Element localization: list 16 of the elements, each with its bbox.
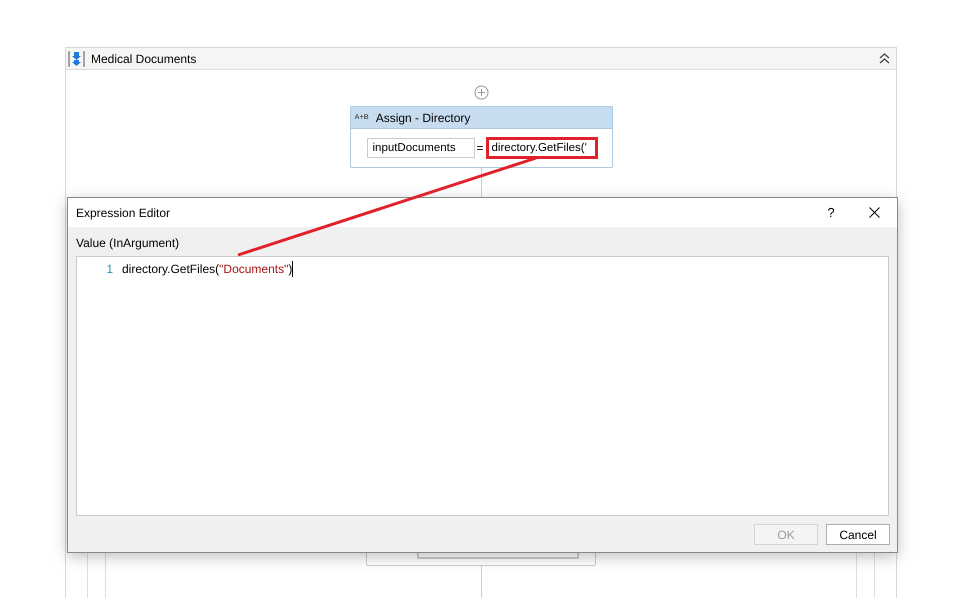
close-icon [868,207,880,218]
value-field[interactable]: directory.GetFiles(' [486,137,598,159]
line-number: 1 [105,262,114,276]
code-line: directory.GetFiles("Documents") [122,261,294,277]
add-icon[interactable] [474,85,488,100]
help-button[interactable]: ? [811,205,851,220]
activity-title: Assign - Directory [376,110,470,124]
dialog-button[interactable]: Cancel [826,524,890,545]
dialog-title: Expression Editor [76,206,170,220]
sequence-icon [68,50,85,66]
target-field[interactable]: inputDocuments [366,138,474,158]
panel-title: Medical Documents [91,52,196,66]
field-label: Value (InArgument) [76,236,180,250]
collapse-icon[interactable] [879,53,890,64]
code-editor[interactable]: 1 directory.GetFiles("Documents") [76,256,889,516]
equals-sign: = [476,141,484,155]
